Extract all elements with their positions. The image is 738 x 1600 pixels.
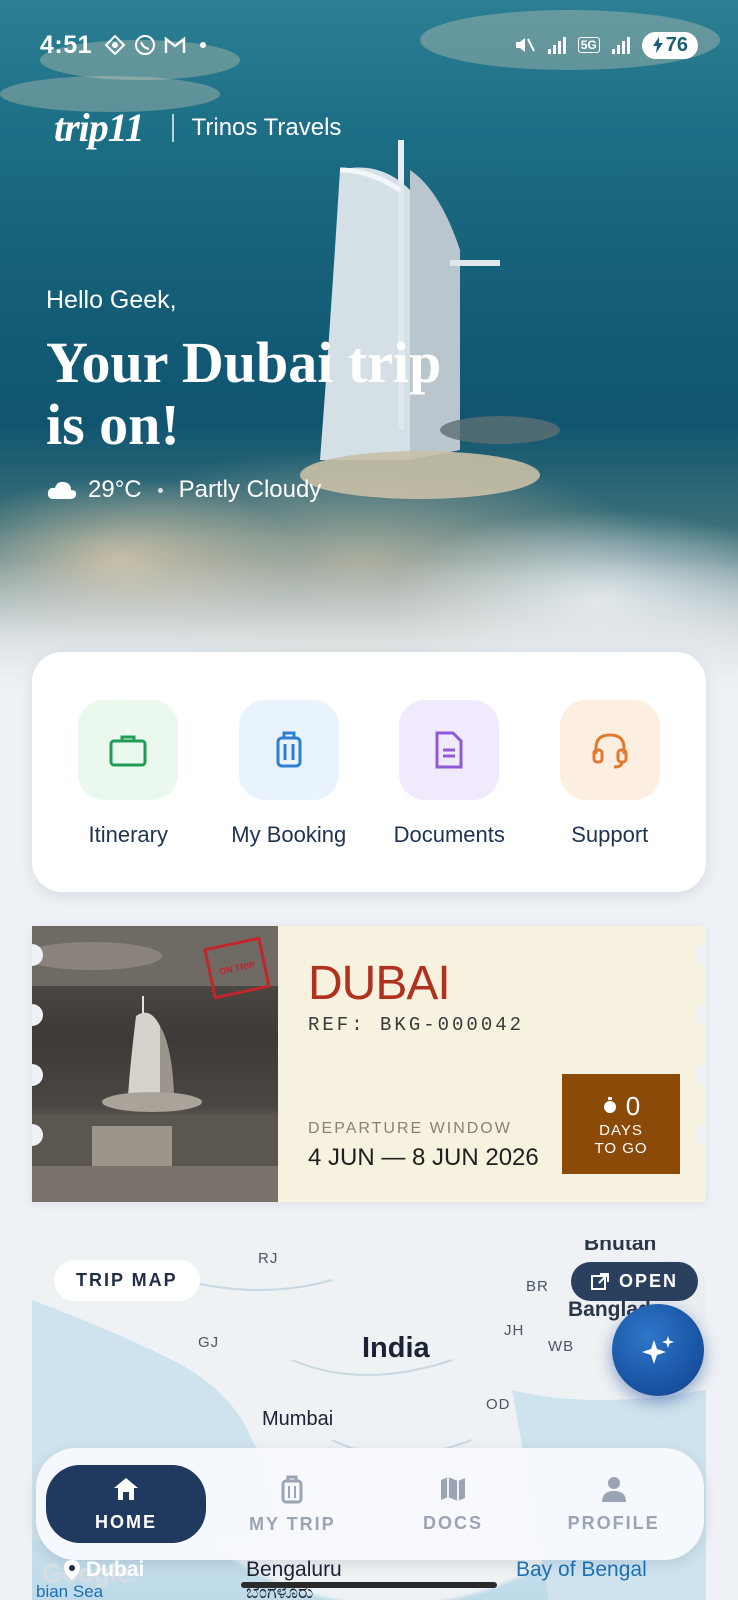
map-label-sea: bian Sea [36, 1582, 104, 1600]
weather-separator [157, 487, 163, 493]
days-count: 0 [625, 1090, 641, 1121]
gmail-icon [164, 34, 186, 56]
weather-summary: 29°C Partly Cloudy [46, 476, 321, 504]
map-pin-label: Dubai [86, 1558, 145, 1581]
trip11-logo: trip11 [54, 105, 145, 150]
status-time: 4:51 [40, 30, 93, 59]
map-label-br: BR [526, 1278, 549, 1295]
brand-header: trip11 Trinos Travels [54, 104, 341, 151]
support-icon-tile [559, 700, 660, 800]
nav-docs-label: DOCS [423, 1512, 484, 1533]
signal-icon-2 [610, 34, 632, 56]
quick-action-documents[interactable]: Documents [374, 700, 524, 892]
quick-action-support[interactable]: Support [535, 700, 685, 892]
booking-reference: REF: BKG-000042 [308, 1014, 525, 1036]
documents-icon-tile [399, 700, 500, 800]
map-fold-icon [441, 1476, 465, 1501]
briefcase-icon [109, 735, 147, 767]
departure-window-label: DEPARTURE WINDOW [308, 1120, 512, 1137]
stopwatch-icon [603, 1097, 616, 1113]
external-link-icon [590, 1272, 609, 1290]
network-type: 5G [577, 37, 600, 53]
open-map-label: OPEN [618, 1271, 678, 1291]
map-label-bhutan: Bhutan [584, 1240, 657, 1255]
nav-tab-my-trip[interactable]: MY TRIP [212, 1474, 373, 1535]
destination-name: DUBAI [308, 957, 451, 1010]
location-pin-icon [64, 1560, 80, 1580]
temperature: 29°C [88, 476, 142, 503]
document-icon [435, 731, 463, 769]
agency-name: Trinos Travels [191, 113, 342, 141]
open-map-button[interactable]: OPEN [570, 1262, 698, 1301]
headset-icon [592, 733, 628, 769]
nav-profile-label: PROFILE [567, 1512, 660, 1533]
days-label: DAYS [599, 1121, 643, 1139]
whatsapp-icon [134, 34, 156, 56]
headline-line-2: is on! [46, 392, 180, 457]
home-indicator-bar[interactable] [241, 1582, 497, 1588]
person-icon [601, 1476, 626, 1502]
map-label-bengaluru: Bengaluru [246, 1558, 342, 1581]
headline-line-1: Your Dubai trip [46, 330, 442, 395]
battery-level: 76 [665, 33, 688, 56]
map-label-bay-of-bengal: Bay of Bengal [516, 1558, 647, 1581]
status-bar: 4:51 5G 76 [40, 30, 698, 60]
days-to-go-badge: 0 DAYS TO GO [562, 1074, 680, 1174]
more-notifications-dot [200, 42, 207, 48]
bottom-navigation: HOME MY TRIP DOCS PROFILE [36, 1448, 704, 1560]
departure-dates: 4 JUN — 8 JUN 2026 [308, 1144, 539, 1171]
trip-headline: Your Dubai trip is on! [46, 332, 516, 456]
nav-tab-home[interactable]: HOME [46, 1465, 206, 1543]
map-label-wb: WB [548, 1338, 575, 1355]
charging-icon [652, 37, 663, 53]
map-pin-dubai: Dubai [64, 1558, 144, 1582]
ai-assistant-button[interactable] [612, 1304, 704, 1396]
ticket-details: DUBAI REF: BKG-000042 DEPARTURE WINDOW 4… [278, 926, 706, 1202]
nav-my-trip-label: MY TRIP [248, 1513, 336, 1534]
signal-icon [546, 34, 568, 56]
mute-icon [514, 34, 536, 56]
destination-photo: ON TRIP [32, 926, 278, 1202]
itinerary-label: Itinerary [88, 822, 168, 847]
nav-home-label: HOME [95, 1511, 157, 1532]
luggage-icon [276, 731, 302, 768]
to-go-label: TO GO [594, 1139, 648, 1157]
map-label-jh: JH [504, 1322, 525, 1339]
luggage-icon [281, 1475, 303, 1503]
documents-label: Documents [393, 822, 505, 847]
sparkles-icon [642, 1336, 674, 1364]
weather-condition: Partly Cloudy [178, 476, 322, 503]
quick-action-itinerary[interactable]: Itinerary [53, 700, 203, 892]
map-label-od: OD [486, 1396, 511, 1413]
cloud-icon [47, 481, 77, 499]
map-label-country: India [362, 1332, 430, 1364]
map-label-rj: RJ [258, 1250, 279, 1267]
quick-action-my-booking[interactable]: My Booking [214, 700, 364, 892]
nav-tab-profile[interactable]: PROFILE [533, 1475, 694, 1534]
booking-icon-tile [238, 700, 339, 800]
itinerary-icon-tile [78, 700, 179, 800]
quick-actions-card: Itinerary My Booking Documents Support [32, 652, 706, 892]
nav-tab-docs[interactable]: DOCS [373, 1475, 534, 1534]
app-notification-icon [104, 34, 126, 56]
battery-indicator: 76 [641, 31, 698, 59]
greeting-text: Hello Geek, [46, 286, 177, 314]
trip-map-chip: TRIP MAP [54, 1260, 200, 1301]
support-label: Support [571, 822, 649, 847]
brand-divider [171, 113, 174, 142]
map-label-mumbai: Mumbai [262, 1408, 334, 1430]
trip-ticket-card[interactable]: ON TRIP DUBAI REF: BKG-000042 DEPARTURE … [32, 926, 706, 1202]
home-icon [114, 1477, 138, 1500]
my-booking-label: My Booking [231, 822, 347, 847]
map-label-gj: GJ [198, 1334, 220, 1351]
